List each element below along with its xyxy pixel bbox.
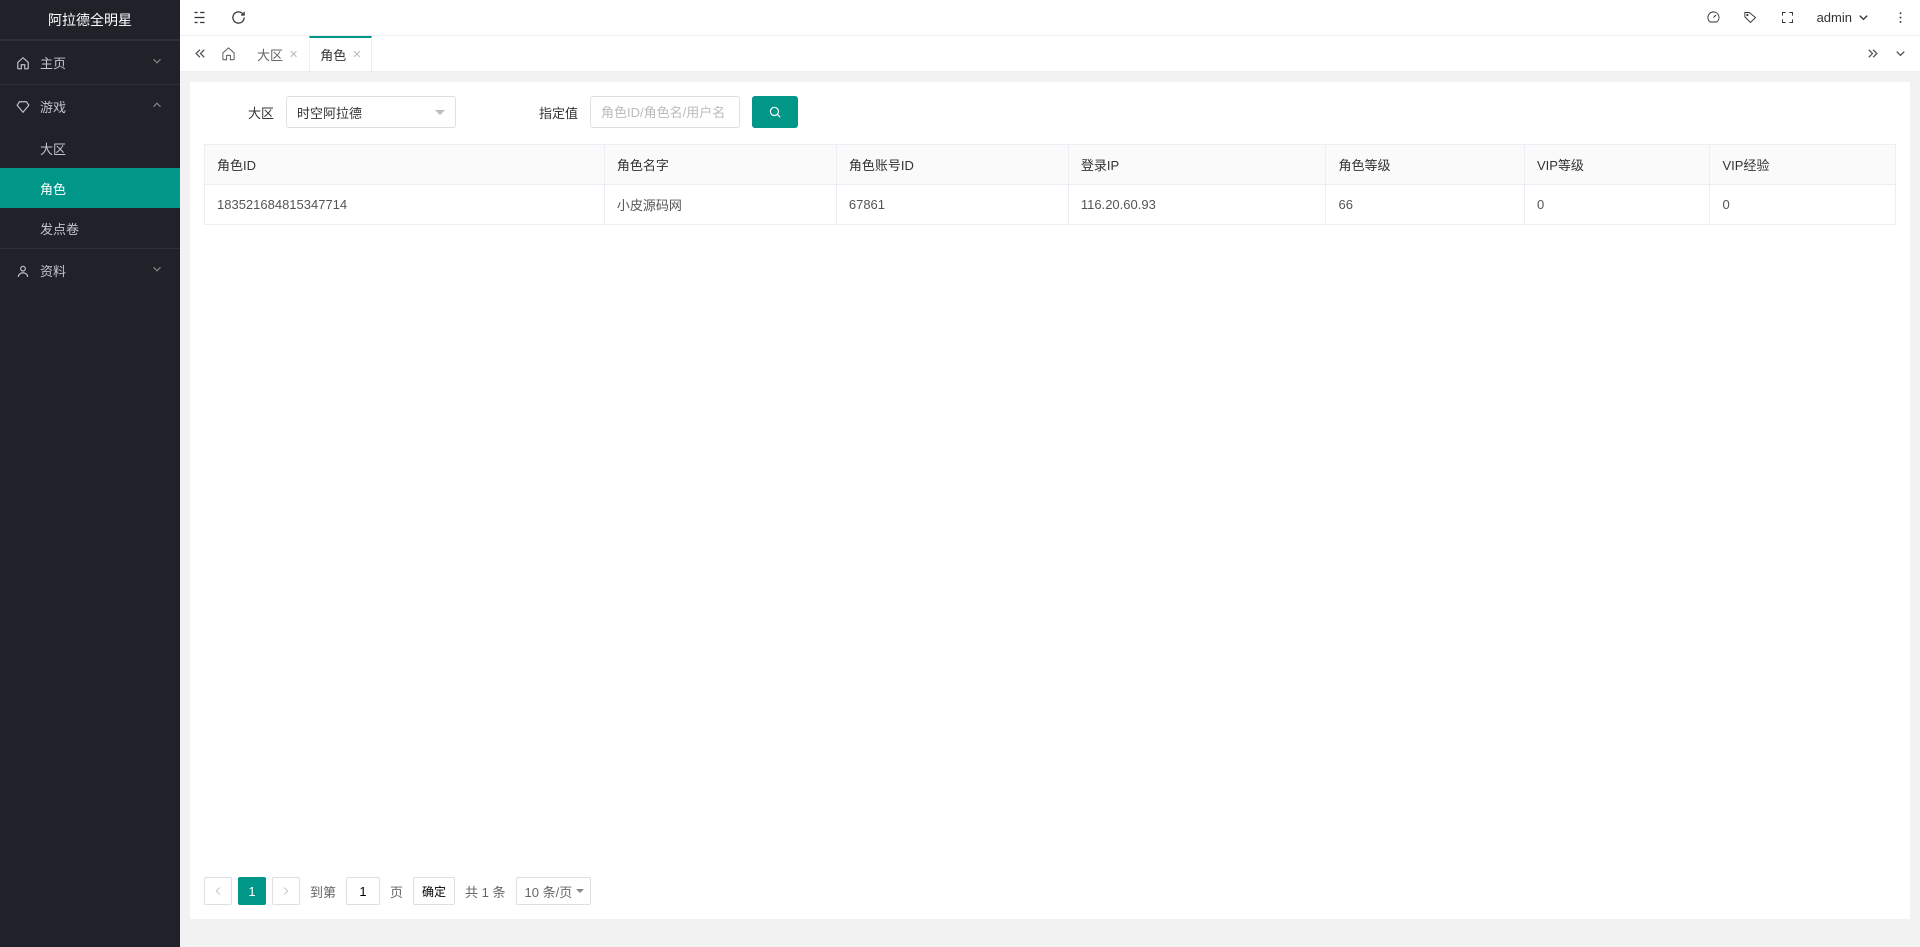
sidebar-item-label: 发点卷	[40, 219, 79, 238]
sidebar-sub-coupon[interactable]: 发点卷	[0, 208, 180, 248]
sidebar-sub-role[interactable]: 角色	[0, 168, 180, 208]
goto-input[interactable]	[346, 877, 380, 905]
sidebar-item-home[interactable]: 主页	[0, 40, 180, 84]
home-icon	[16, 56, 30, 70]
close-icon[interactable]: ✕	[289, 48, 298, 61]
table-row[interactable]: 183521684815347714 小皮源码网 67861 116.20.60…	[205, 185, 1896, 225]
refresh-button[interactable]	[231, 10, 246, 25]
user-name: admin	[1817, 10, 1852, 25]
region-label: 大区	[204, 103, 274, 122]
tabs-prev-button[interactable]	[188, 42, 212, 66]
region-select[interactable]: 时空阿拉德	[286, 96, 456, 128]
cell-role-name: 小皮源码网	[604, 185, 836, 225]
per-page-value: 10 条/页	[525, 882, 573, 901]
chevron-up-icon	[150, 98, 164, 115]
tab-home-button[interactable]	[216, 42, 240, 66]
goto-confirm-button[interactable]: 确定	[413, 877, 455, 905]
col-role-level: 角色等级	[1326, 145, 1525, 185]
cell-vip-level: 0	[1524, 185, 1709, 225]
page-number-button[interactable]: 1	[238, 877, 266, 905]
chevron-down-icon	[150, 262, 164, 279]
table-header-row: 角色ID 角色名字 角色账号ID 登录IP 角色等级 VIP等级 VIP经验	[205, 145, 1896, 185]
dashboard-icon[interactable]	[1706, 10, 1721, 25]
tab-region[interactable]: 大区 ✕	[246, 36, 309, 71]
tab-label: 大区	[257, 45, 283, 64]
sidebar-item-label: 资料	[40, 261, 150, 280]
col-role-id: 角色ID	[205, 145, 605, 185]
chevron-down-icon	[150, 54, 164, 71]
filter-row: 大区 时空阿拉德 指定值	[204, 96, 1896, 128]
cell-role-level: 66	[1326, 185, 1525, 225]
close-icon[interactable]: ✕	[352, 48, 361, 61]
panel: 大区 时空阿拉德 指定值 角色ID 角色名字	[190, 82, 1910, 919]
tabs-dropdown-button[interactable]	[1888, 42, 1912, 66]
sidebar-item-game[interactable]: 游戏	[0, 84, 180, 128]
col-role-name: 角色名字	[604, 145, 836, 185]
diamond-icon	[16, 100, 30, 114]
page-next-button[interactable]	[272, 877, 300, 905]
sidebar-item-label: 主页	[40, 53, 150, 72]
user-icon	[16, 264, 30, 278]
tabbar: 大区 ✕ 角色 ✕	[180, 36, 1920, 72]
tab-label: 角色	[320, 45, 346, 64]
sidebar-item-profile[interactable]: 资料	[0, 248, 180, 292]
cell-account-id: 67861	[836, 185, 1068, 225]
menu-toggle-button[interactable]	[192, 10, 207, 25]
search-button[interactable]	[752, 96, 798, 128]
goto-label: 到第	[310, 882, 336, 901]
sidebar-item-label: 角色	[40, 179, 66, 198]
content-area: 大区 时空阿拉德 指定值 角色ID 角色名字	[180, 72, 1920, 947]
search-icon	[768, 105, 782, 119]
topbar: admin	[180, 0, 1920, 36]
role-table: 角色ID 角色名字 角色账号ID 登录IP 角色等级 VIP等级 VIP经验 1…	[204, 144, 1896, 225]
fullscreen-icon[interactable]	[1780, 10, 1795, 25]
col-login-ip: 登录IP	[1068, 145, 1326, 185]
region-select-value: 时空阿拉德	[297, 103, 362, 122]
tag-icon[interactable]	[1743, 10, 1758, 25]
keyword-label: 指定值	[508, 103, 578, 122]
pagination: 1 到第 页 确定 共 1 条 10 条/页	[204, 857, 1896, 905]
keyword-input[interactable]	[590, 96, 740, 128]
user-menu[interactable]: admin	[1817, 10, 1871, 25]
per-page-select[interactable]: 10 条/页	[516, 877, 592, 905]
col-vip-exp: VIP经验	[1710, 145, 1896, 185]
cell-login-ip: 116.20.60.93	[1068, 185, 1326, 225]
tabs-next-button[interactable]	[1860, 42, 1884, 66]
sidebar-sub-region[interactable]: 大区	[0, 128, 180, 168]
col-vip-level: VIP等级	[1524, 145, 1709, 185]
cell-vip-exp: 0	[1710, 185, 1896, 225]
sidebar-item-label: 游戏	[40, 97, 150, 116]
tab-role[interactable]: 角色 ✕	[309, 36, 372, 71]
more-icon[interactable]	[1893, 10, 1908, 25]
col-account-id: 角色账号ID	[836, 145, 1068, 185]
sidebar-item-label: 大区	[40, 139, 66, 158]
total-label: 共 1 条	[465, 882, 505, 901]
cell-role-id: 183521684815347714	[205, 185, 605, 225]
sidebar: 阿拉德全明星 主页 游戏	[0, 0, 180, 947]
page-prev-button[interactable]	[204, 877, 232, 905]
app-logo: 阿拉德全明星	[0, 0, 180, 40]
chevron-down-icon	[1856, 10, 1871, 25]
page-unit-label: 页	[390, 882, 403, 901]
